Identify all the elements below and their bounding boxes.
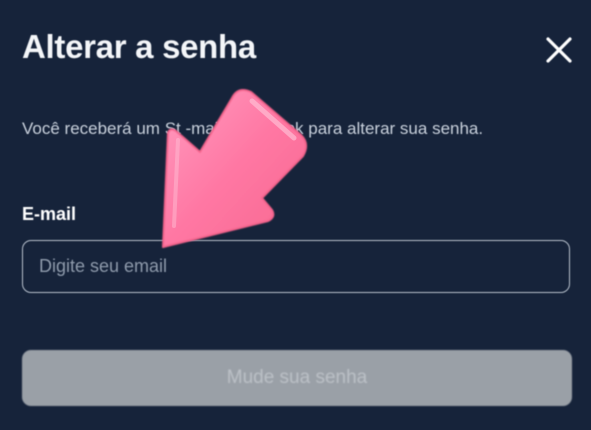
- dialog-title: Alterar a senha: [22, 28, 256, 65]
- change-password-dialog: Alterar a senha Você receberá um St -mai…: [0, 0, 591, 430]
- change-password-button[interactable]: Mude sua senha: [22, 350, 572, 406]
- email-field[interactable]: [22, 240, 570, 293]
- dialog-description: Você receberá um St -mail com o link par…: [22, 119, 484, 138]
- email-label: E-mail: [22, 204, 77, 224]
- close-icon[interactable]: [544, 35, 574, 65]
